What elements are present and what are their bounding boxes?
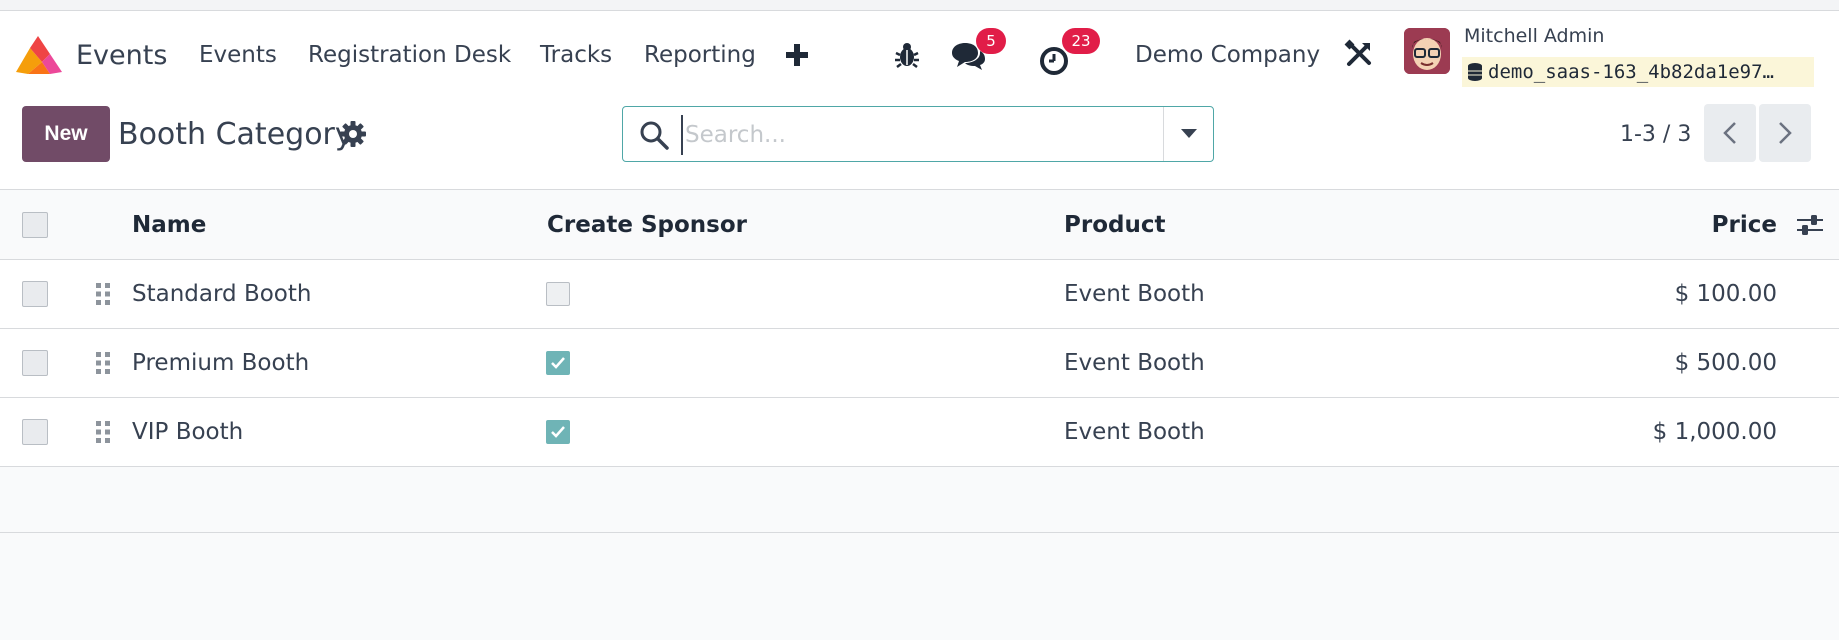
chevron-right-icon	[1778, 121, 1792, 145]
gear-icon[interactable]	[340, 121, 366, 147]
row-select-cell	[22, 329, 48, 397]
page-title[interactable]: Booth Category	[118, 111, 353, 157]
table-row[interactable]: VIP Booth Event Booth $ 1,000.00	[0, 398, 1839, 467]
optional-columns-sliders-icon[interactable]	[1797, 190, 1823, 259]
drag-handle-icon[interactable]	[95, 260, 111, 328]
cell-product[interactable]: Event Booth	[1064, 329, 1205, 397]
database-name: demo_saas-163_4b82da1e97…	[1488, 61, 1774, 83]
column-header-product[interactable]: Product	[1064, 190, 1165, 259]
checkmark-icon	[551, 426, 565, 438]
search-box	[622, 106, 1214, 162]
row-select-checkbox[interactable]	[22, 419, 48, 445]
cell-name[interactable]: VIP Booth	[132, 398, 243, 466]
booth-category-table: Name Create Sponsor Product Price Standa…	[0, 190, 1839, 533]
menu-item-events[interactable]: Events	[199, 35, 277, 75]
search-icon	[639, 120, 669, 150]
table-header-row: Name Create Sponsor Product Price	[0, 190, 1839, 260]
app-name[interactable]: Events	[76, 35, 167, 75]
menu-item-registration-desk[interactable]: Registration Desk	[308, 35, 511, 75]
top-strip	[0, 0, 1839, 11]
cell-price[interactable]: $ 1,000.00	[1560, 398, 1777, 466]
drag-handle-icon[interactable]	[95, 329, 111, 397]
table-row[interactable]: Standard Booth Event Booth $ 100.00	[0, 260, 1839, 329]
cell-create-sponsor	[546, 260, 570, 328]
new-button[interactable]: New	[22, 106, 110, 162]
create-sponsor-checkbox	[546, 282, 570, 306]
column-header-create-sponsor[interactable]: Create Sponsor	[547, 190, 747, 259]
cell-name[interactable]: Premium Booth	[132, 329, 309, 397]
search-input[interactable]	[681, 115, 1181, 155]
database-chip: demo_saas-163_4b82da1e97…	[1462, 57, 1814, 87]
pager-value[interactable]: 1-3 / 3	[1620, 117, 1691, 151]
cell-create-sponsor	[546, 398, 570, 466]
pager-next-button[interactable]	[1759, 104, 1811, 162]
menu-item-reporting[interactable]: Reporting	[644, 35, 756, 75]
cell-price[interactable]: $ 500.00	[1560, 329, 1777, 397]
company-switcher[interactable]: Demo Company	[1135, 35, 1320, 75]
debug-bug-icon[interactable]	[894, 41, 920, 69]
row-select-cell	[22, 260, 48, 328]
chevron-left-icon	[1723, 121, 1737, 145]
select-all-checkbox[interactable]	[22, 211, 48, 238]
column-header-name[interactable]: Name	[132, 190, 206, 259]
messages-count-badge: 5	[976, 28, 1006, 54]
row-select-cell	[22, 398, 48, 466]
app-logo-icon[interactable]	[16, 36, 62, 76]
database-icon	[1468, 63, 1482, 81]
drag-handle-icon[interactable]	[95, 398, 111, 466]
tools-icon[interactable]	[1344, 39, 1374, 69]
column-header-price[interactable]: Price	[1640, 190, 1777, 259]
cell-product[interactable]: Event Booth	[1064, 398, 1205, 466]
control-panel: New Booth Category 1-3 / 3	[0, 91, 1839, 190]
pager-previous-button[interactable]	[1704, 104, 1756, 162]
cell-name[interactable]: Standard Booth	[132, 260, 311, 328]
create-sponsor-checkbox-checked	[546, 420, 570, 444]
create-sponsor-checkbox-checked	[546, 351, 570, 375]
checkmark-icon	[551, 357, 565, 369]
activities-count-badge: 23	[1062, 28, 1100, 54]
plus-icon[interactable]	[786, 35, 808, 75]
cell-price[interactable]: $ 100.00	[1560, 260, 1777, 328]
cell-product[interactable]: Event Booth	[1064, 260, 1205, 328]
caret-down-icon	[1181, 129, 1197, 139]
row-select-checkbox[interactable]	[22, 350, 48, 376]
user-avatar[interactable]	[1404, 28, 1450, 74]
row-select-checkbox[interactable]	[22, 281, 48, 307]
empty-table-row	[0, 467, 1839, 533]
select-all-checkbox-cell	[22, 190, 48, 259]
table-row[interactable]: Premium Booth Event Booth $ 500.00	[0, 329, 1839, 398]
navbar: Events Events Registration Desk Tracks R…	[0, 11, 1839, 91]
search-options-toggle[interactable]	[1163, 107, 1214, 161]
user-name[interactable]: Mitchell Admin	[1464, 23, 1604, 49]
cell-create-sponsor	[546, 329, 570, 397]
menu-item-tracks[interactable]: Tracks	[540, 35, 612, 75]
